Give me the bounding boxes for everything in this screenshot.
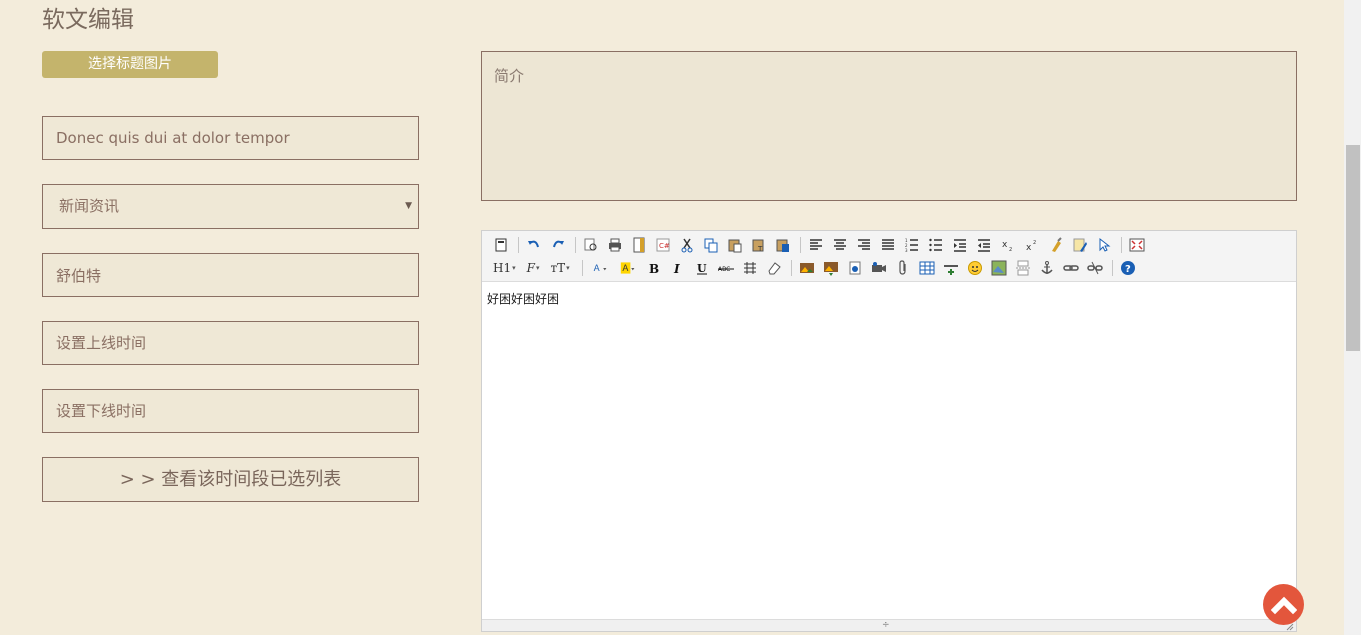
clear-format-icon[interactable] <box>1045 235 1067 255</box>
cut-icon[interactable] <box>676 235 698 255</box>
toolbar-separator <box>518 237 519 253</box>
paste-icon[interactable] <box>724 235 746 255</box>
select-all-icon[interactable] <box>1093 235 1115 255</box>
fullscreen-icon[interactable] <box>1126 235 1148 255</box>
svg-text:T: T <box>757 245 763 253</box>
resize-handle-icon[interactable]: ÷ <box>882 621 890 630</box>
svg-text:3: 3 <box>905 248 908 253</box>
rich-text-editor: C# T 123 x2 x2 H1 ▾ F ▾ тT ▾ A A B I U ?… <box>481 230 1297 632</box>
font-color-icon[interactable]: A <box>587 258 613 278</box>
line-height-icon[interactable] <box>739 258 761 278</box>
toolbar-separator <box>575 237 576 253</box>
attachment-icon[interactable] <box>892 258 914 278</box>
ordered-list-icon[interactable]: 123 <box>901 235 923 255</box>
toolbar-row-2: H1▾ F▾ тT▾ A A B I U ABC <box>490 257 1288 279</box>
paste-text-icon[interactable]: T <box>748 235 770 255</box>
svg-text:A: A <box>593 264 599 274</box>
svg-text:I: I <box>673 262 680 276</box>
quick-format-icon[interactable] <box>1069 235 1091 255</box>
print-icon[interactable] <box>604 235 626 255</box>
chevron-up-icon <box>1270 596 1297 614</box>
copy-icon[interactable] <box>700 235 722 255</box>
outdent-icon[interactable] <box>973 235 995 255</box>
back-to-top-button[interactable] <box>1263 584 1304 625</box>
category-select-value: 新闻资讯 <box>59 197 120 215</box>
font-size-combo[interactable]: тT ▾ <box>547 258 572 278</box>
svg-text:C#: C# <box>659 242 670 250</box>
editor-content[interactable]: 好困好困好困 <box>482 282 1296 619</box>
bold-icon[interactable]: B <box>643 258 665 278</box>
svg-text:?: ? <box>1125 264 1131 275</box>
paste-word-icon[interactable] <box>772 235 794 255</box>
redo-icon[interactable] <box>547 235 569 255</box>
italic-icon[interactable]: I <box>667 258 689 278</box>
page-scrollbar[interactable] <box>1344 0 1361 635</box>
superscript-icon[interactable]: x2 <box>1021 235 1043 255</box>
author-input[interactable] <box>42 253 419 297</box>
online-time-input[interactable] <box>42 321 419 365</box>
category-select[interactable]: 新闻资讯 ▼ <box>42 184 419 229</box>
media-icon[interactable] <box>868 258 890 278</box>
align-justify-icon[interactable] <box>877 235 899 255</box>
unlink-icon[interactable] <box>1084 258 1106 278</box>
align-center-icon[interactable] <box>829 235 851 255</box>
select-title-image-button[interactable]: 选择标题图片 <box>42 51 218 78</box>
toolbar-row-1: C# T 123 x2 x2 <box>490 234 1288 256</box>
summary-textarea[interactable] <box>481 51 1297 201</box>
align-left-icon[interactable] <box>805 235 827 255</box>
undo-icon[interactable] <box>523 235 545 255</box>
chevron-down-icon: ▼ <box>405 201 412 211</box>
svg-text:A: A <box>622 264 628 274</box>
strikethrough-icon[interactable]: ABC <box>715 258 737 278</box>
svg-text:2: 2 <box>1009 247 1012 253</box>
table-icon[interactable] <box>916 258 938 278</box>
source-icon[interactable] <box>490 235 512 255</box>
scrollbar-thumb[interactable] <box>1346 145 1360 351</box>
anchor-icon[interactable] <box>1036 258 1058 278</box>
link-icon[interactable] <box>1060 258 1082 278</box>
toolbar-separator <box>800 237 801 253</box>
font-family-combo[interactable]: F ▾ <box>524 258 543 278</box>
unordered-list-icon[interactable] <box>925 235 947 255</box>
underline-icon[interactable]: U <box>691 258 713 278</box>
image-icon[interactable] <box>796 258 818 278</box>
indent-icon[interactable] <box>949 235 971 255</box>
code-icon[interactable]: C# <box>652 235 674 255</box>
about-icon[interactable]: ? <box>1117 258 1139 278</box>
svg-text:B: B <box>649 262 659 276</box>
toolbar-separator <box>790 260 792 276</box>
editor-toolbar: C# T 123 x2 x2 H1 ▾ F ▾ тT ▾ A A B I U ? <box>482 231 1296 282</box>
toolbar-separator <box>1121 237 1122 253</box>
baidu-map-icon[interactable] <box>988 258 1010 278</box>
align-right-icon[interactable] <box>853 235 875 255</box>
svg-text:x: x <box>1026 243 1032 253</box>
heading-combo[interactable]: H1 ▾ <box>490 258 519 278</box>
view-selected-list-button[interactable]: > > 查看该时间段已选列表 <box>42 457 419 502</box>
template-icon[interactable] <box>628 235 650 255</box>
remove-format-icon[interactable] <box>763 258 785 278</box>
multi-image-icon[interactable] <box>820 258 842 278</box>
offline-time-input[interactable] <box>42 389 419 433</box>
page-break-icon[interactable] <box>1012 258 1034 278</box>
flash-icon[interactable] <box>844 258 866 278</box>
svg-text:U: U <box>697 262 707 275</box>
page-title: 软文编辑 <box>42 7 134 33</box>
hr-icon[interactable] <box>940 258 962 278</box>
highlight-icon[interactable]: A <box>615 258 641 278</box>
editor-statusbar: ÷ <box>482 619 1296 631</box>
svg-text:2: 2 <box>1033 240 1036 246</box>
title-input[interactable] <box>42 116 419 160</box>
subscript-icon[interactable]: x2 <box>997 235 1019 255</box>
preview-icon[interactable] <box>580 235 602 255</box>
emoticon-icon[interactable] <box>964 258 986 278</box>
svg-text:x: x <box>1002 240 1008 250</box>
toolbar-separator <box>1111 260 1113 276</box>
toolbar-separator <box>581 260 583 276</box>
